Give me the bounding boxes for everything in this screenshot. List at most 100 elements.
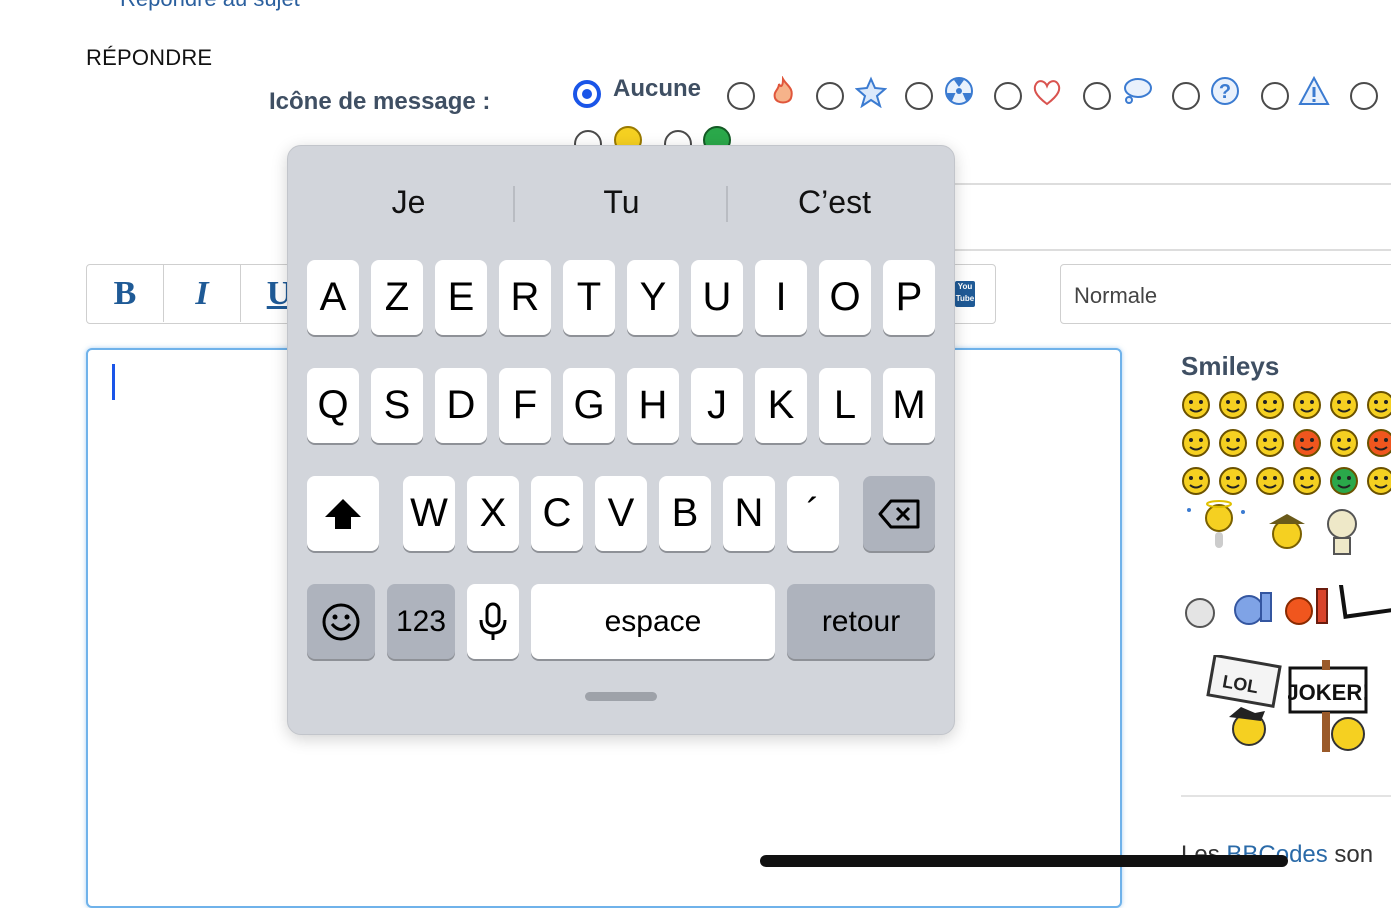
key-d[interactable]: D [435, 368, 487, 443]
key-i[interactable]: I [755, 260, 807, 335]
key-r[interactable]: R [499, 260, 551, 335]
radio-speech[interactable] [1083, 82, 1111, 110]
delete-icon [878, 499, 920, 528]
smiley-icon[interactable] [1255, 466, 1285, 496]
key-f[interactable]: F [499, 368, 551, 443]
radio-heart[interactable] [994, 82, 1022, 110]
warning-icon [1298, 75, 1330, 105]
key-z[interactable]: Z [371, 260, 423, 335]
top-link[interactable]: Répondre au sujet [120, 0, 300, 12]
radio-none-label: Aucune [613, 75, 702, 102]
key-g[interactable]: G [563, 368, 615, 443]
key-q[interactable]: Q [307, 368, 359, 443]
smiley-icon[interactable] [1366, 428, 1391, 458]
smiley-icon[interactable] [1255, 428, 1285, 458]
virtual-keyboard: Je Tu C’est AZERTYUIOP QSDFGHJKLM WXCVBN… [287, 145, 955, 735]
smiley-icon[interactable] [1181, 428, 1211, 458]
shift-key[interactable] [307, 476, 379, 551]
dictation-key[interactable] [467, 584, 519, 659]
flame-icon [773, 76, 793, 104]
key-p[interactable]: P [883, 260, 935, 335]
key-y[interactable]: Y [627, 260, 679, 335]
key-e[interactable]: E [435, 260, 487, 335]
key-a[interactable]: A [307, 260, 359, 335]
shift-arrow-icon [325, 498, 361, 529]
key-n[interactable]: N [723, 476, 775, 551]
key-x[interactable]: X [467, 476, 519, 551]
bbcodes-suffix: son [1327, 841, 1374, 868]
smiley-icon[interactable] [1181, 466, 1211, 496]
radio-question[interactable] [1172, 82, 1200, 110]
emoji-icon [322, 603, 360, 640]
radio-flame[interactable] [727, 82, 755, 110]
key-m[interactable]: M [883, 368, 935, 443]
section-title: RÉPONDRE [86, 45, 213, 70]
key-b[interactable]: B [659, 476, 711, 551]
smiley-icon[interactable] [1366, 390, 1391, 420]
key-c[interactable]: C [531, 476, 583, 551]
keyboard-drag-handle[interactable] [585, 692, 657, 701]
font-size-select[interactable]: Normale [1060, 264, 1391, 324]
smiley-icon[interactable] [1329, 390, 1359, 420]
speech-bubble-icon [1124, 78, 1152, 104]
svg-text:JOKER!: JOKER! [1288, 680, 1370, 705]
smiley-icon[interactable] [1292, 390, 1322, 420]
key-l[interactable]: L [819, 368, 871, 443]
smiley-icon[interactable] [1218, 466, 1248, 496]
microphone-icon [479, 602, 507, 640]
youtube-button[interactable]: You Tube [955, 281, 975, 307]
radioactive-icon [945, 77, 973, 105]
key-j[interactable]: J [691, 368, 743, 443]
suggestion-3[interactable]: C’est [728, 184, 941, 221]
key-acute-accent[interactable]: ´ [787, 476, 839, 551]
key-v[interactable]: V [595, 476, 647, 551]
lol-sign-smiley[interactable]: LOL [1205, 655, 1285, 750]
smiley-icon[interactable] [1218, 428, 1248, 458]
svg-text:?: ? [1219, 81, 1231, 103]
italic-button[interactable]: I [164, 265, 241, 322]
suggestion-2[interactable]: Tu [515, 184, 728, 221]
radio-warning[interactable] [1261, 82, 1289, 110]
radio-none[interactable] [573, 80, 601, 108]
smiley-icon[interactable] [1366, 466, 1391, 496]
key-t[interactable]: T [563, 260, 615, 335]
star-icon [855, 76, 887, 108]
numbers-key[interactable]: 123 [387, 584, 455, 659]
heart-icon [1033, 80, 1061, 106]
key-s[interactable]: S [371, 368, 423, 443]
radio-star[interactable] [816, 82, 844, 110]
question-icon: ? [1211, 77, 1239, 105]
smiley-icon[interactable] [1255, 390, 1285, 420]
smiley-row-misc[interactable] [1181, 585, 1391, 633]
return-key[interactable]: retour [787, 584, 935, 659]
key-w[interactable]: W [403, 476, 455, 551]
subject-field-border-bottom [955, 249, 1391, 251]
radio-more[interactable] [1350, 82, 1378, 110]
home-indicator[interactable] [760, 855, 1288, 867]
key-u[interactable]: U [691, 260, 743, 335]
message-icon-label: Icône de message : [269, 88, 491, 115]
bold-button[interactable]: B [87, 265, 164, 322]
smiley-icon[interactable] [1218, 390, 1248, 420]
bandaged-smiley[interactable] [1322, 506, 1362, 556]
smiley-icon[interactable] [1329, 428, 1359, 458]
sidebar-divider [1181, 795, 1391, 797]
radio-radioactive[interactable] [905, 82, 933, 110]
emoji-key[interactable] [307, 584, 375, 659]
space-key[interactable]: espace [531, 584, 775, 659]
joker-sign-smiley[interactable]: JOKER! [1288, 660, 1378, 752]
smileys-title: Smileys [1181, 351, 1280, 381]
backspace-key[interactable] [863, 476, 935, 551]
key-k[interactable]: K [755, 368, 807, 443]
subject-field-border [955, 183, 1391, 185]
text-caret [112, 364, 115, 400]
smiley-icon[interactable] [1292, 428, 1322, 458]
key-h[interactable]: H [627, 368, 679, 443]
smiley-icon[interactable] [1292, 466, 1322, 496]
suggestion-1[interactable]: Je [302, 184, 515, 221]
smiley-icon[interactable] [1181, 390, 1211, 420]
angel-smiley[interactable] [1181, 500, 1271, 556]
smiley-icon[interactable] [1329, 466, 1359, 496]
key-o[interactable]: O [819, 260, 871, 335]
hat-smiley[interactable] [1265, 508, 1309, 552]
